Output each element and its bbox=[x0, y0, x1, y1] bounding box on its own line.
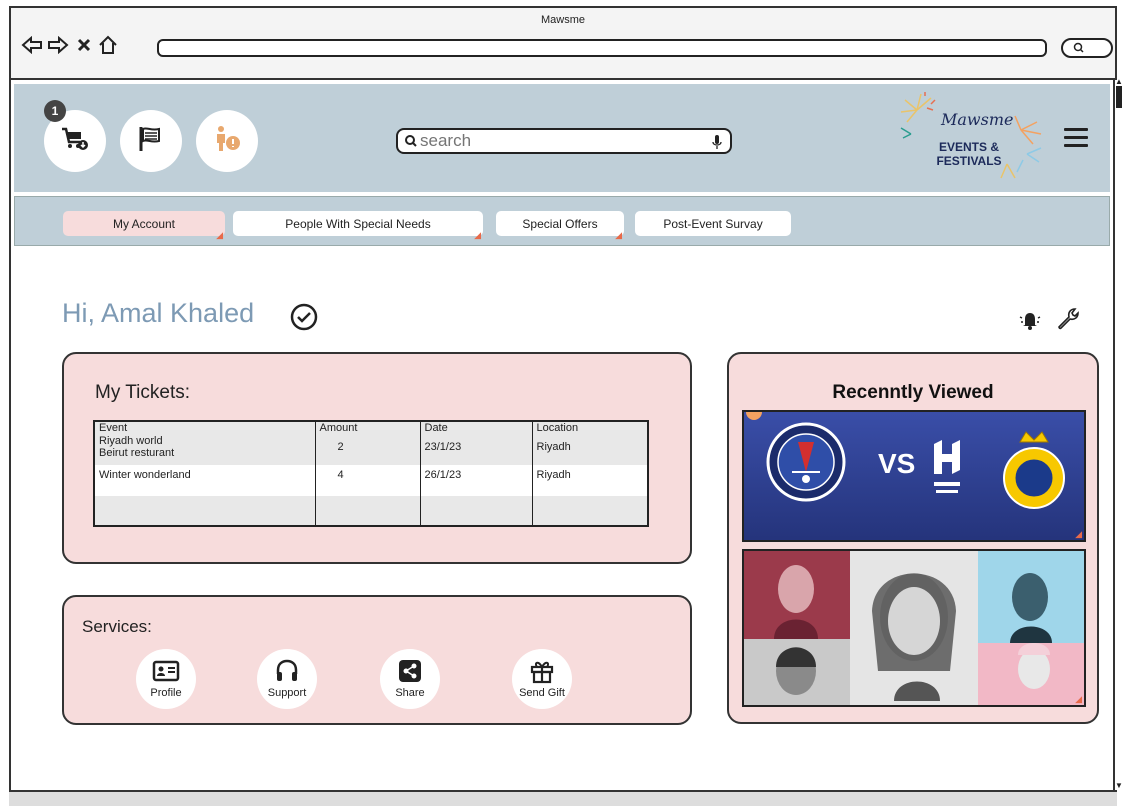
logo-line-1: EVENTS & bbox=[938, 140, 999, 154]
recently-viewed-title: Recenntly Viewed bbox=[832, 382, 994, 403]
send-gift-service-button[interactable]: Send Gift bbox=[512, 649, 572, 709]
cart-count-badge: 1 bbox=[44, 100, 66, 122]
recent-event-card-football[interactable]: VS ◢ bbox=[742, 410, 1086, 542]
tab-special-offers[interactable]: Special Offers ◢ bbox=[496, 211, 624, 240]
notification-bell-icon[interactable] bbox=[1018, 308, 1042, 332]
scrollbar-thumb[interactable] bbox=[1116, 86, 1122, 108]
tab-bar: My Account ◢ People With Special Needs ◢… bbox=[14, 196, 1110, 246]
profile-service-button[interactable]: Profile bbox=[136, 649, 196, 709]
corner-arrow-icon: ◢ bbox=[1075, 694, 1082, 704]
column-header: Event bbox=[94, 421, 316, 436]
forward-icon[interactable] bbox=[47, 34, 69, 56]
verified-icon bbox=[289, 302, 319, 332]
search-icon bbox=[404, 134, 418, 148]
settings-wrench-icon[interactable] bbox=[1056, 306, 1080, 330]
tab-label: Special Offers bbox=[522, 216, 598, 231]
language-button[interactable] bbox=[120, 110, 182, 172]
column-header: Location bbox=[532, 421, 649, 436]
vs-label: VS bbox=[878, 448, 916, 479]
my-tickets-panel: My Tickets: Event Amount Date Location R… bbox=[62, 352, 692, 564]
vertical-scrollbar[interactable]: ▲ ▼ bbox=[1113, 78, 1123, 790]
table-row[interactable]: Winter wonderland 4 26/1/23 Riyadh bbox=[94, 465, 649, 496]
service-label: Send Gift bbox=[519, 687, 565, 699]
tab-my-account[interactable]: My Account ◢ bbox=[63, 211, 225, 240]
event-cell: Winter wonderland bbox=[94, 465, 316, 496]
tab-special-needs[interactable]: People With Special Needs ◢ bbox=[233, 211, 483, 240]
headphones-icon bbox=[257, 657, 317, 685]
microphone-icon[interactable] bbox=[712, 134, 722, 155]
services-title: Services: bbox=[82, 617, 152, 636]
service-label: Support bbox=[267, 687, 307, 699]
tab-label: People With Special Needs bbox=[285, 216, 431, 231]
corner-arrow-icon: ◢ bbox=[216, 230, 223, 240]
tab-label: My Account bbox=[112, 216, 176, 231]
special-needs-button[interactable] bbox=[196, 110, 258, 172]
share-icon bbox=[380, 657, 440, 685]
corner-arrow-icon: ◢ bbox=[615, 230, 622, 240]
location-cell: Riyadh bbox=[532, 435, 649, 466]
column-header: Amount bbox=[315, 421, 421, 436]
address-bar[interactable] bbox=[157, 39, 1047, 57]
event-line: Riyadh world bbox=[99, 435, 163, 448]
recent-event-card-concert[interactable]: ◢ bbox=[742, 549, 1086, 707]
table-row-empty bbox=[94, 495, 649, 526]
service-label: Share bbox=[395, 687, 425, 699]
recently-viewed-panel: Recenntly Viewed VS ◢ ◢ bbox=[727, 352, 1099, 724]
logo-script-text: Mawsme bbox=[941, 110, 1014, 129]
location-cell: Riyadh bbox=[532, 465, 649, 496]
services-panel: Services: Profile Support Share Send Gif… bbox=[62, 595, 692, 725]
corner-arrow-icon: ◢ bbox=[474, 230, 481, 240]
site-header: 1 search Mawsme EVENTS & FESTIVALS bbox=[14, 84, 1110, 192]
site-logo[interactable]: Mawsme EVENTS & FESTIVALS bbox=[897, 90, 1047, 186]
gift-icon bbox=[512, 657, 572, 685]
scroll-down-icon[interactable]: ▼ bbox=[1115, 782, 1123, 790]
amount-cell: 4 bbox=[315, 465, 421, 496]
greeting-heading: Hi, Amal Khaled bbox=[62, 298, 255, 328]
table-row[interactable]: Riyadh world Beirut resturant 2 23/1/23 … bbox=[94, 435, 649, 466]
browser-search[interactable] bbox=[1061, 38, 1113, 58]
concert-collage-image bbox=[744, 551, 1084, 705]
search-icon bbox=[1073, 42, 1085, 57]
browser-chrome: Mawsme bbox=[11, 8, 1115, 80]
search-input[interactable] bbox=[420, 131, 700, 151]
home-icon[interactable] bbox=[97, 34, 119, 56]
tab-label: Post-Event Survay bbox=[663, 216, 763, 231]
share-service-button[interactable]: Share bbox=[380, 649, 440, 709]
fireworks-icon bbox=[900, 92, 1042, 179]
cart-icon bbox=[60, 126, 90, 157]
column-header: Date bbox=[420, 421, 533, 436]
logo-line-2: FESTIVALS bbox=[936, 154, 1002, 168]
tickets-table: Event Amount Date Location Riyadh world … bbox=[93, 420, 649, 527]
status-bar bbox=[9, 790, 1117, 806]
search-bar[interactable] bbox=[396, 128, 732, 154]
event-cell: Riyadh world Beirut resturant bbox=[94, 435, 316, 466]
date-cell: 23/1/23 bbox=[420, 435, 533, 466]
service-label: Profile bbox=[150, 687, 182, 699]
back-icon[interactable] bbox=[21, 34, 43, 56]
date-cell: 26/1/23 bbox=[420, 465, 533, 496]
id-card-icon bbox=[136, 657, 196, 685]
amount-cell: 2 bbox=[315, 435, 421, 466]
tab-post-event-survey[interactable]: Post-Event Survay bbox=[635, 211, 791, 236]
corner-arrow-icon: ◢ bbox=[1075, 529, 1082, 539]
support-service-button[interactable]: Support bbox=[257, 649, 317, 709]
window-title: Mawsme bbox=[540, 14, 585, 26]
scroll-up-icon[interactable]: ▲ bbox=[1115, 78, 1123, 86]
flag-icon bbox=[137, 125, 165, 158]
person-info-icon bbox=[211, 125, 243, 158]
event-line: Beirut resturant bbox=[99, 447, 175, 460]
logo-main-text: EVENTS & FESTIVALS bbox=[921, 140, 1017, 168]
my-tickets-title: My Tickets: bbox=[95, 382, 191, 403]
menu-icon[interactable] bbox=[1064, 128, 1088, 148]
close-icon[interactable] bbox=[73, 34, 95, 56]
